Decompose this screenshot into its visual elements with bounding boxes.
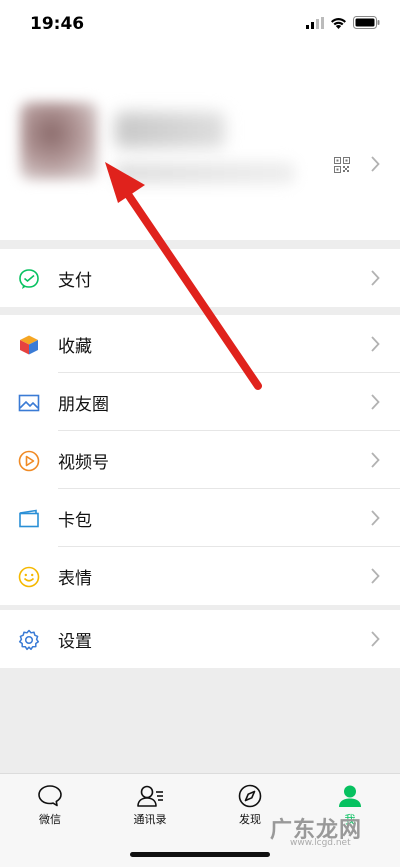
- pay-icon: [19, 269, 39, 289]
- chevron-right-icon: [371, 336, 380, 352]
- cellular-signal-icon: [306, 16, 324, 29]
- menu-item-label: 卡包: [58, 511, 92, 531]
- status-bar: 19:46: [0, 0, 400, 50]
- wechat-id-blurred: [115, 162, 295, 184]
- tab-label: 通讯录: [133, 813, 167, 826]
- menu-item-label: 收藏: [58, 337, 92, 357]
- menu-group-settings: 设置: [0, 610, 400, 668]
- nickname-blurred: [115, 112, 225, 148]
- chevron-right-icon: [371, 394, 380, 410]
- menu-item-cards[interactable]: 卡包: [0, 489, 400, 547]
- menu-item-favorites[interactable]: 收藏: [0, 315, 400, 373]
- stickers-smiley-icon: [18, 566, 40, 588]
- channels-play-icon: [18, 450, 40, 472]
- contacts-person-icon: [137, 785, 163, 807]
- me-person-icon: [339, 785, 361, 807]
- menu-item-label: 设置: [58, 632, 92, 652]
- moments-image-icon: [18, 394, 40, 412]
- avatar[interactable]: [20, 102, 98, 180]
- chevron-right-icon: [371, 156, 380, 172]
- chevron-right-icon: [371, 510, 380, 526]
- settings-gear-icon: [18, 629, 40, 651]
- menu-item-label: 表情: [58, 569, 92, 589]
- favorites-cube-icon: [20, 335, 38, 355]
- watermark-url: www.lcgd.net: [290, 838, 351, 848]
- status-time: 19:46: [30, 14, 85, 34]
- chevron-right-icon: [371, 270, 380, 286]
- menu-item-stickers[interactable]: 表情: [0, 547, 400, 605]
- menu-item-pay[interactable]: 支付: [0, 249, 400, 307]
- qr-code-icon[interactable]: [334, 157, 350, 173]
- menu-group-pay: 支付: [0, 249, 400, 307]
- tab-contacts[interactable]: 通讯录: [115, 784, 185, 827]
- chat-bubble-icon: [38, 785, 62, 807]
- menu-item-label: 视频号: [58, 453, 109, 473]
- wifi-icon: [331, 17, 346, 29]
- battery-icon: [353, 16, 380, 29]
- chevron-right-icon: [371, 568, 380, 584]
- profile-header[interactable]: [0, 50, 400, 240]
- menu-group-main: 收藏 朋友圈 视频号 卡包 表情: [0, 315, 400, 605]
- menu-item-moments[interactable]: 朋友圈: [0, 373, 400, 431]
- compass-icon: [238, 784, 262, 808]
- chevron-right-icon: [371, 452, 380, 468]
- tab-chats[interactable]: 微信: [15, 784, 85, 827]
- home-indicator: [130, 852, 270, 857]
- menu-item-label: 朋友圈: [58, 395, 109, 415]
- chevron-right-icon: [371, 631, 380, 647]
- status-icons: [306, 16, 380, 29]
- menu-item-label: 支付: [58, 271, 92, 291]
- cards-wallet-icon: [19, 509, 39, 528]
- menu-item-channels[interactable]: 视频号: [0, 431, 400, 489]
- menu-item-settings[interactable]: 设置: [0, 610, 400, 668]
- tab-label: 微信: [39, 813, 61, 826]
